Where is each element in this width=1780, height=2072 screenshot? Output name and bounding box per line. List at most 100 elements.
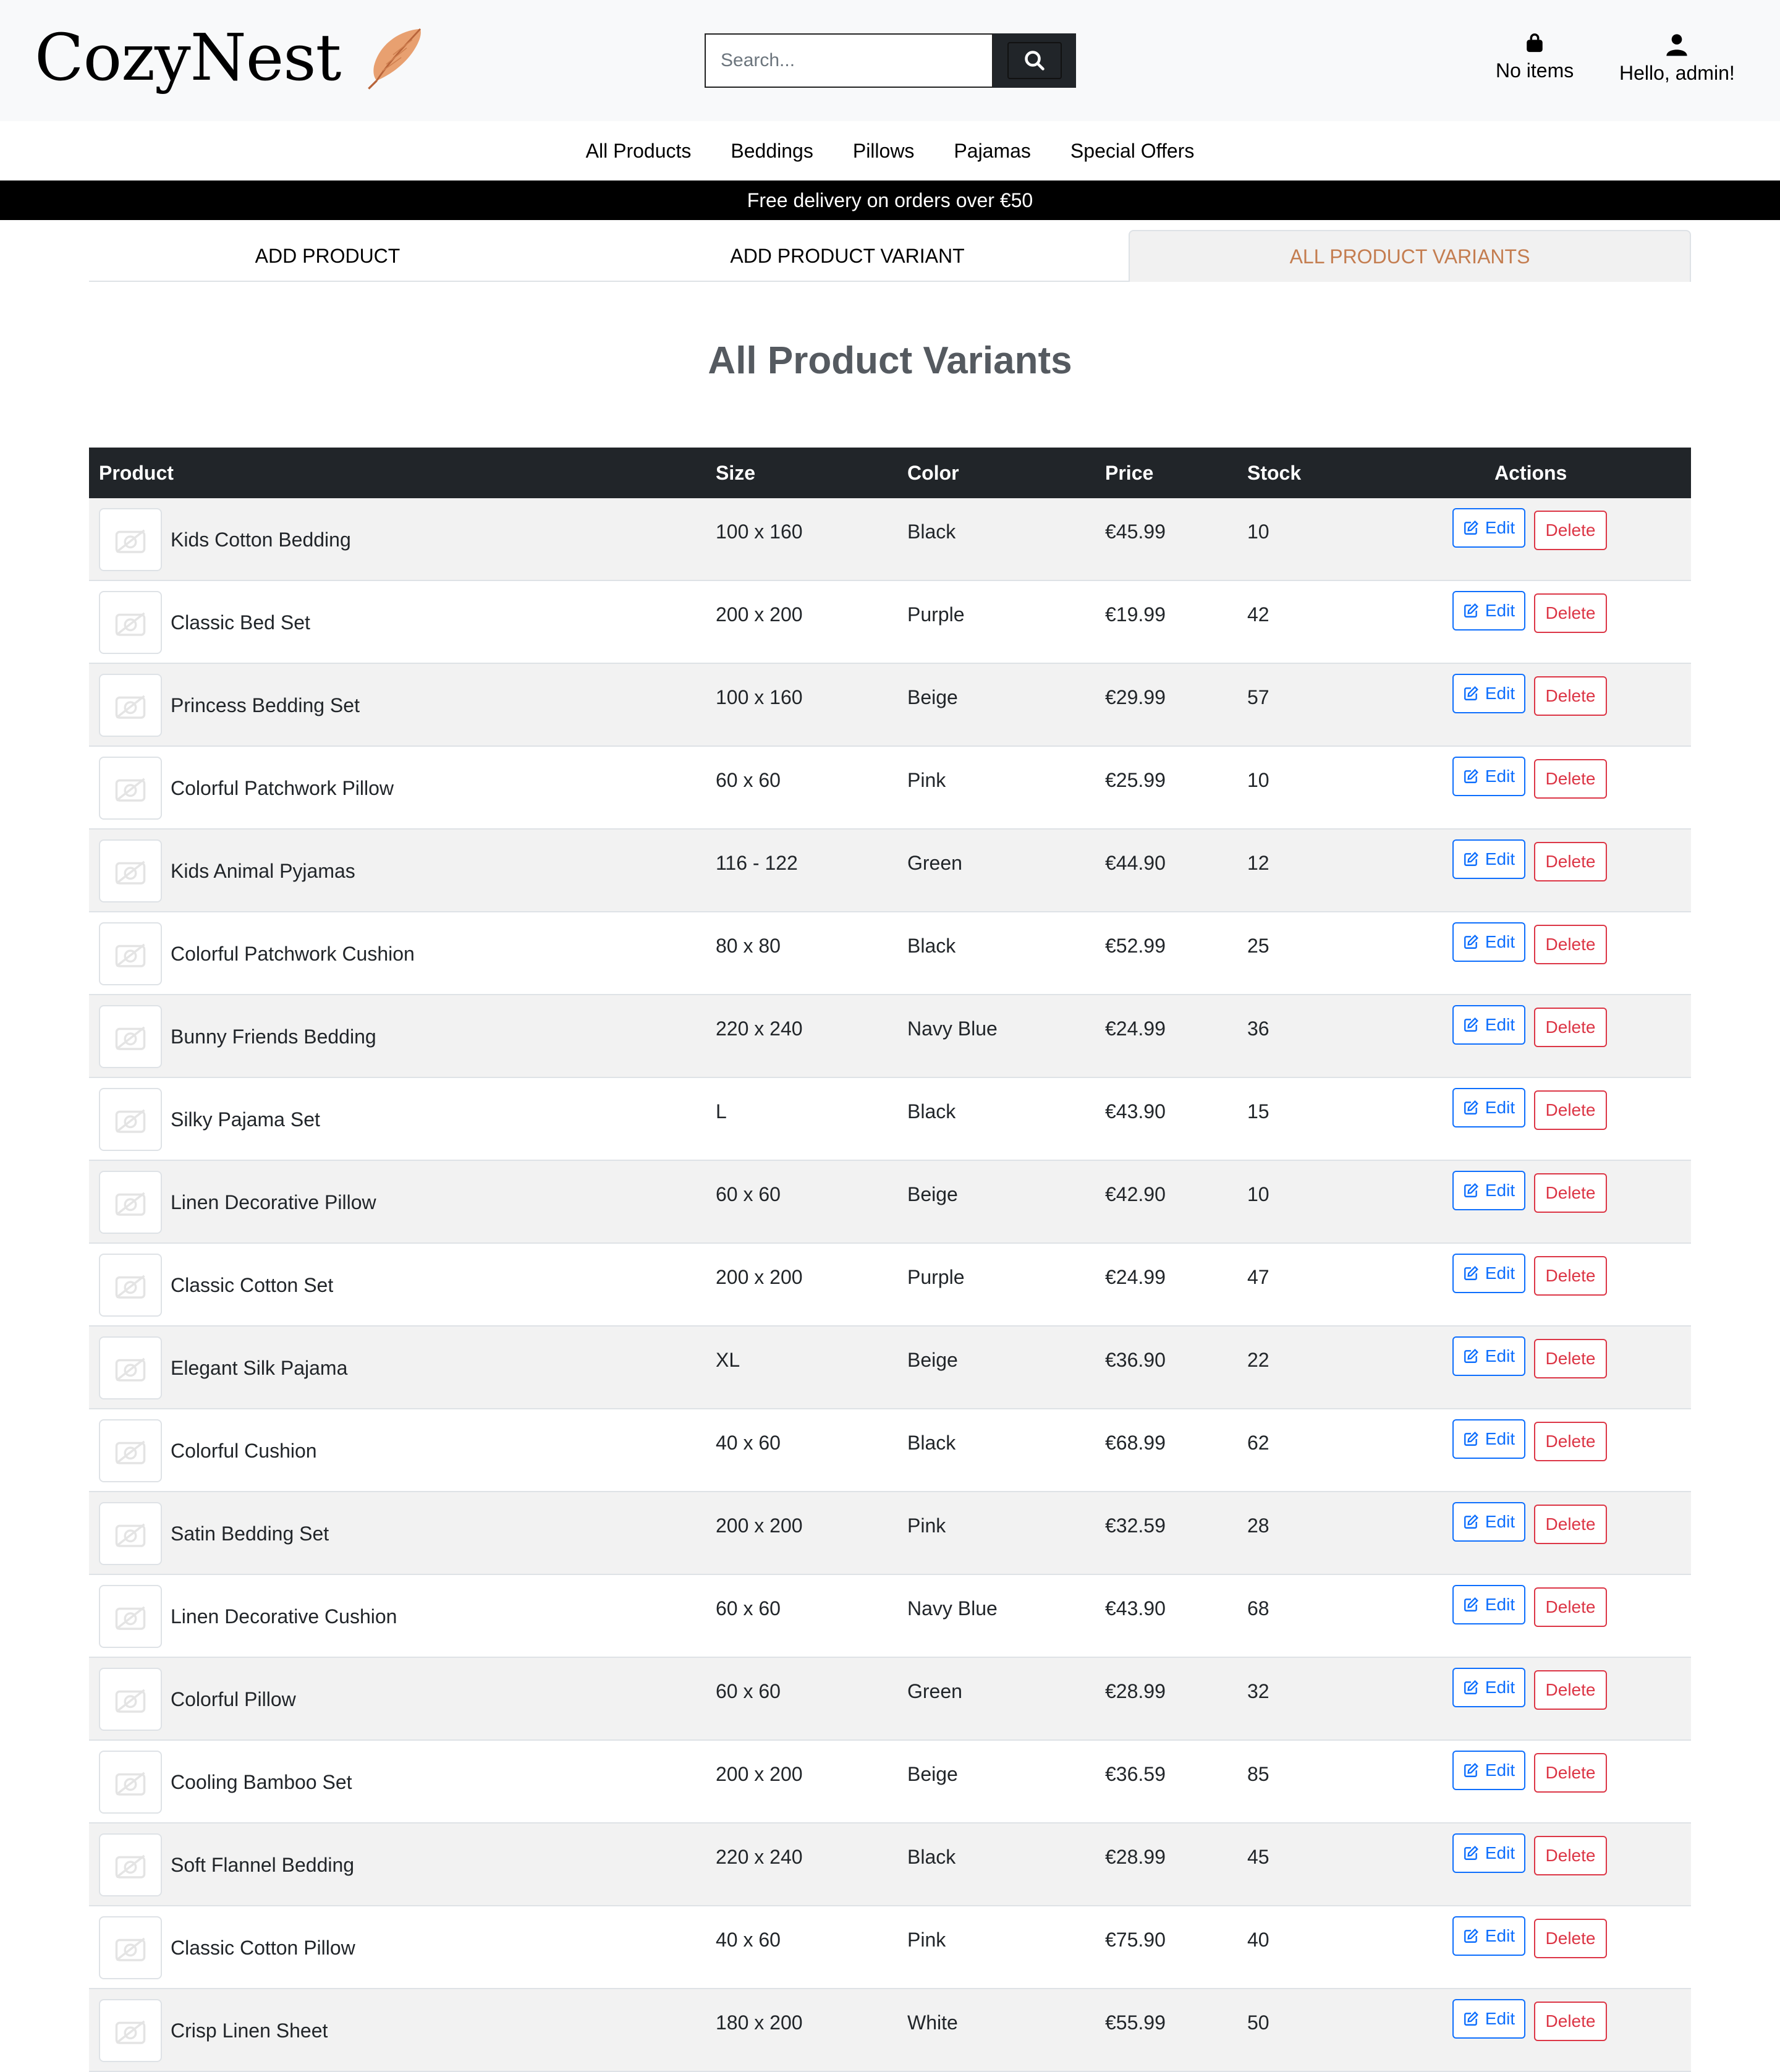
tab-add-product-variant[interactable]: ADD PRODUCT VARIANT <box>566 230 1129 282</box>
variant-stock: 25 <box>1247 935 1269 957</box>
variant-price: €28.99 <box>1105 1680 1166 1702</box>
image-placeholder-icon <box>115 1192 146 1216</box>
tab-all-product-variants[interactable]: ALL PRODUCT VARIANTS <box>1129 230 1691 282</box>
table-row: Colorful Cushion 40 x 60 Black €68.99 62… <box>89 1409 1691 1492</box>
product-thumbnail <box>99 839 162 902</box>
delete-button[interactable]: Delete <box>1534 1919 1607 1958</box>
brand-logo[interactable]: CozyNest <box>35 23 427 91</box>
product-thumbnail <box>99 591 162 654</box>
edit-button[interactable]: Edit <box>1452 1502 1525 1542</box>
variant-color: Beige <box>907 1763 958 1785</box>
brand-name[interactable]: CozyNest <box>35 25 341 90</box>
variant-size: 40 x 60 <box>716 1432 781 1454</box>
delete-button[interactable]: Delete <box>1534 1753 1607 1793</box>
variant-stock: 85 <box>1247 1763 1269 1785</box>
delete-button[interactable]: Delete <box>1534 1256 1607 1296</box>
edit-button[interactable]: Edit <box>1452 1088 1525 1127</box>
edit-button[interactable]: Edit <box>1452 1005 1525 1045</box>
table-row: Colorful Patchwork Cushion 80 x 80 Black… <box>89 912 1691 995</box>
edit-button[interactable]: Edit <box>1452 922 1525 962</box>
search-input[interactable] <box>705 33 993 88</box>
edit-label: Edit <box>1485 684 1515 703</box>
product-name: Soft Flannel Bedding <box>171 1853 355 1876</box>
delete-button[interactable]: Delete <box>1534 1008 1607 1047</box>
edit-label: Edit <box>1485 1098 1515 1117</box>
variant-color: Black <box>907 935 956 957</box>
header-color: Color <box>907 461 959 484</box>
edit-label: Edit <box>1485 1263 1515 1283</box>
search-button[interactable] <box>993 33 1076 88</box>
edit-button[interactable]: Edit <box>1452 1585 1525 1624</box>
delete-button[interactable]: Delete <box>1534 759 1607 799</box>
edit-icon <box>1464 2011 1478 2026</box>
edit-button[interactable]: Edit <box>1452 1254 1525 1293</box>
variant-size: 60 x 60 <box>716 769 781 791</box>
delete-button[interactable]: Delete <box>1534 1090 1607 1130</box>
variant-price: €43.90 <box>1105 1597 1166 1620</box>
delete-button[interactable]: Delete <box>1534 842 1607 881</box>
edit-button[interactable]: Edit <box>1452 839 1525 879</box>
edit-label: Edit <box>1485 1512 1515 1531</box>
variant-stock: 50 <box>1247 2011 1269 2034</box>
image-placeholder-icon <box>115 2020 146 2044</box>
edit-button[interactable]: Edit <box>1452 1171 1525 1210</box>
delete-button[interactable]: Delete <box>1534 1505 1607 1544</box>
delete-button[interactable]: Delete <box>1534 925 1607 964</box>
edit-icon <box>1464 1100 1478 1115</box>
nav-pillows[interactable]: Pillows <box>853 140 915 163</box>
delete-button[interactable]: Delete <box>1534 593 1607 633</box>
edit-button[interactable]: Edit <box>1452 1668 1525 1707</box>
header-price: Price <box>1105 461 1154 484</box>
edit-label: Edit <box>1485 518 1515 537</box>
delete-button[interactable]: Delete <box>1534 676 1607 716</box>
table-row: Silky Pajama Set L Black €43.90 15 Edit … <box>89 1078 1691 1161</box>
edit-label: Edit <box>1485 932 1515 951</box>
variant-size: 60 x 60 <box>716 1597 781 1620</box>
edit-label: Edit <box>1485 1429 1515 1448</box>
variant-color: Pink <box>907 1929 946 1951</box>
variant-stock: 68 <box>1247 1597 1269 1620</box>
edit-button[interactable]: Edit <box>1452 1419 1525 1459</box>
nav-all-products[interactable]: All Products <box>586 140 692 163</box>
edit-button[interactable]: Edit <box>1452 1833 1525 1873</box>
delete-button[interactable]: Delete <box>1534 1173 1607 1213</box>
edit-button[interactable]: Edit <box>1452 1751 1525 1790</box>
nav-pajamas[interactable]: Pajamas <box>954 140 1031 163</box>
table-row: Bunny Friends Bedding 220 x 240 Navy Blu… <box>89 995 1691 1078</box>
variant-stock: 22 <box>1247 1349 1269 1371</box>
variant-stock: 15 <box>1247 1100 1269 1123</box>
delete-button[interactable]: Delete <box>1534 1339 1607 1378</box>
search-icon <box>1007 42 1062 79</box>
edit-icon <box>1464 1017 1478 1032</box>
delete-button[interactable]: Delete <box>1534 2002 1607 2041</box>
product-thumbnail <box>99 674 162 737</box>
edit-button[interactable]: Edit <box>1452 1999 1525 2039</box>
variant-price: €45.99 <box>1105 520 1166 543</box>
delete-button[interactable]: Delete <box>1534 1836 1607 1875</box>
nav-special-offers[interactable]: Special Offers <box>1070 140 1194 163</box>
delete-button[interactable]: Delete <box>1534 511 1607 550</box>
cart-link[interactable]: No items <box>1496 32 1574 82</box>
account-link[interactable]: Hello, admin! <box>1619 32 1735 85</box>
edit-button[interactable]: Edit <box>1452 508 1525 548</box>
edit-icon <box>1464 1432 1478 1446</box>
delete-button[interactable]: Delete <box>1534 1587 1607 1627</box>
product-thumbnail <box>99 1916 162 1979</box>
product-thumbnail <box>99 1999 162 2062</box>
delete-button[interactable]: Delete <box>1534 1422 1607 1461</box>
image-placeholder-icon <box>115 860 146 885</box>
tab-add-product[interactable]: ADD PRODUCT <box>89 230 566 282</box>
delete-button[interactable]: Delete <box>1534 1670 1607 1710</box>
user-greeting: Hello, admin! <box>1619 62 1735 84</box>
edit-button[interactable]: Edit <box>1452 1916 1525 1956</box>
edit-button[interactable]: Edit <box>1452 674 1525 713</box>
product-name: Bunny Friends Bedding <box>171 1025 376 1048</box>
search-bar <box>705 33 1076 88</box>
product-name: Classic Cotton Pillow <box>171 1936 355 1959</box>
edit-button[interactable]: Edit <box>1452 757 1525 796</box>
edit-button[interactable]: Edit <box>1452 591 1525 631</box>
nav-beddings[interactable]: Beddings <box>731 140 813 163</box>
edit-button[interactable]: Edit <box>1452 1336 1525 1376</box>
variant-stock: 12 <box>1247 852 1269 874</box>
user-icon <box>1619 32 1735 57</box>
